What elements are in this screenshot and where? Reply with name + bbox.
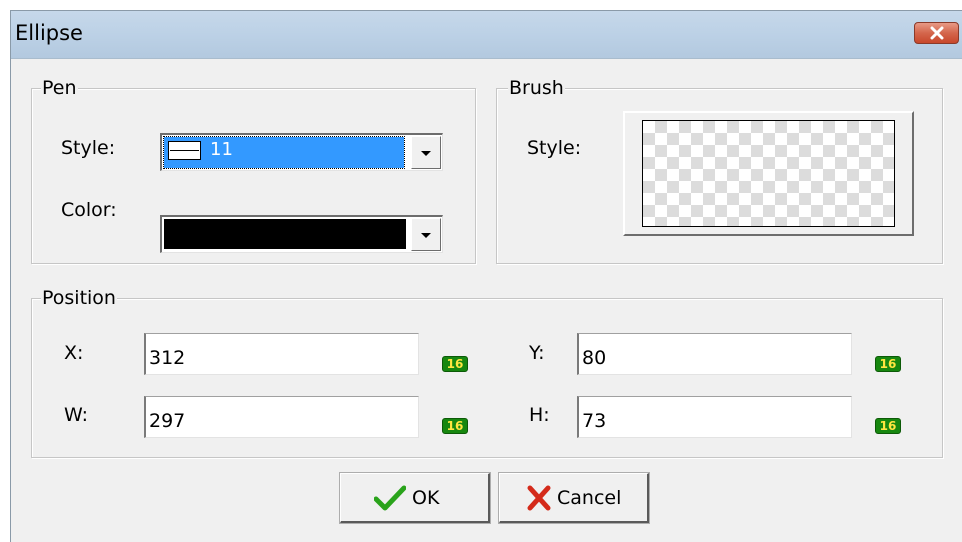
pen-color-chevron-down-icon[interactable] — [411, 218, 441, 251]
checkmark-icon — [374, 485, 406, 511]
pen-style-selection: 11 — [163, 136, 405, 169]
brush-style-button[interactable] — [623, 111, 914, 236]
pen-group-label: Pen — [41, 77, 78, 99]
close-icon — [930, 26, 944, 40]
w-field[interactable] — [144, 396, 419, 438]
w-16-badge-icon[interactable]: 16 — [442, 418, 468, 434]
line-style-preview-icon — [168, 141, 201, 160]
cancel-label: Cancel — [557, 487, 622, 509]
position-group-label: Position — [41, 287, 117, 309]
y-16-badge-icon[interactable]: 16 — [875, 356, 901, 372]
pen-style-dropdown[interactable]: 11 — [160, 133, 443, 171]
y-field[interactable] — [577, 333, 852, 375]
ellipse-dialog: Ellipse Pen Style: 11 Color: Brush Style… — [10, 10, 962, 542]
pen-style-chevron-down-icon[interactable] — [411, 136, 441, 169]
x-field[interactable] — [144, 333, 419, 375]
y-label: Y: — [529, 342, 545, 364]
pen-style-value: 11 — [210, 139, 233, 160]
brush-group-label: Brush — [508, 77, 565, 99]
h-field[interactable] — [577, 396, 852, 438]
ok-label: OK — [412, 487, 440, 509]
position-group: Position X: 16 Y: 16 W: 16 H: 16 — [31, 287, 943, 458]
ok-button[interactable]: OK — [339, 472, 491, 524]
brush-group: Brush Style: — [496, 77, 943, 264]
cancel-button[interactable]: Cancel — [498, 472, 650, 524]
title-bar[interactable]: Ellipse — [11, 11, 962, 59]
pen-color-swatch — [164, 219, 406, 249]
brush-pattern-preview — [642, 120, 895, 227]
window-title: Ellipse — [15, 21, 83, 45]
close-button[interactable] — [914, 22, 959, 44]
h-label: H: — [529, 404, 550, 426]
x-16-badge-icon[interactable]: 16 — [442, 356, 468, 372]
h-16-badge-icon[interactable]: 16 — [875, 418, 901, 434]
pen-group: Pen Style: 11 Color: — [31, 77, 476, 264]
pen-style-label: Style: — [61, 137, 116, 159]
brush-style-label: Style: — [527, 137, 582, 159]
x-mark-icon — [527, 485, 551, 511]
pen-color-picker[interactable] — [160, 215, 443, 253]
pen-color-label: Color: — [61, 199, 117, 221]
w-label: W: — [64, 404, 89, 426]
x-label: X: — [64, 342, 84, 364]
